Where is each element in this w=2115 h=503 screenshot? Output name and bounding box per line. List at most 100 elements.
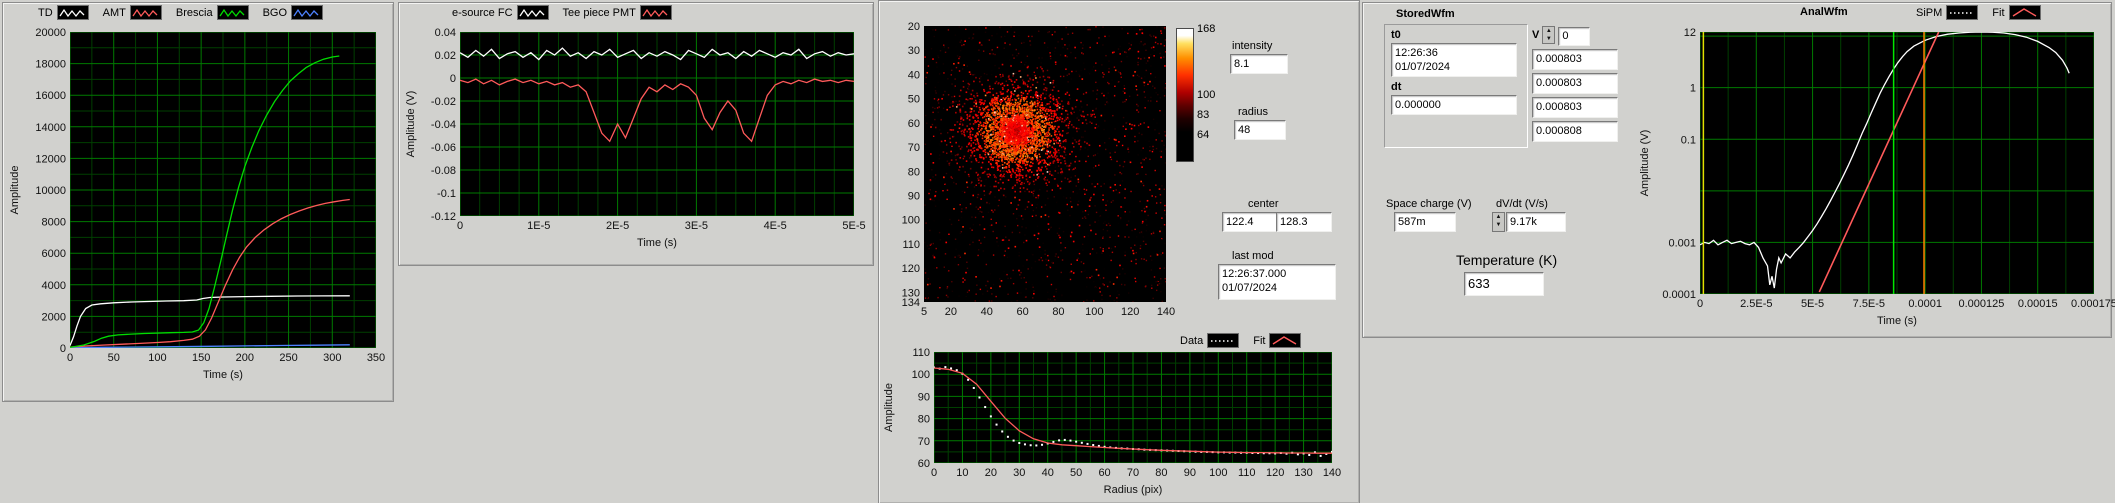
legend-item-amt[interactable]: AMT: [103, 5, 162, 20]
svg-text:10000: 10000: [35, 185, 66, 197]
svg-text:14000: 14000: [35, 122, 66, 134]
svg-text:30: 30: [908, 45, 920, 57]
svg-text:4E-5: 4E-5: [764, 220, 787, 232]
svg-text:80: 80: [1052, 306, 1064, 318]
legend-item-sipm[interactable]: SiPM: [1916, 5, 1979, 20]
legend-item-bgo[interactable]: BGO: [262, 5, 324, 20]
svg-text:18000: 18000: [35, 59, 66, 71]
svg-text:250: 250: [279, 352, 297, 364]
legend-item-brescia[interactable]: Brescia: [176, 5, 249, 20]
legend-item-esource-fc[interactable]: e-source FC: [452, 5, 549, 20]
legend-label-sipm: SiPM: [1916, 6, 1943, 19]
svg-text:350: 350: [367, 352, 385, 364]
intensity-label: intensity: [1232, 40, 1273, 52]
array-index-stepper[interactable]: ▲ ▼: [1542, 26, 1556, 44]
svg-text:110: 110: [902, 239, 920, 251]
svg-text:110: 110: [1238, 467, 1256, 479]
decrement-icon[interactable]: ▼: [1543, 35, 1554, 43]
svg-text:120: 120: [902, 263, 920, 275]
t0-date: 01/07/2024: [1395, 61, 1451, 73]
v-label: V: [1532, 29, 1540, 41]
svg-text:0.000175: 0.000175: [2071, 298, 2115, 310]
dt-label: dt: [1391, 81, 1402, 93]
svg-text:110: 110: [912, 347, 930, 359]
legend-label-esource-fc: e-source FC: [452, 6, 513, 19]
svg-text:12: 12: [1684, 27, 1696, 39]
svg-text:120: 120: [1266, 467, 1284, 479]
radial-graph[interactable]: 0 10 20 30 40 50 60 70 80 90 100 110 120 130 140 60 70 80…: [880, 330, 1358, 503]
legend-item-td[interactable]: TD: [38, 5, 89, 20]
intensity-colorbar[interactable]: [1176, 28, 1194, 162]
svg-text:40: 40: [981, 306, 993, 318]
dv-dt-stepper[interactable]: ▲ ▼: [1492, 212, 1505, 232]
svg-text:80: 80: [1155, 467, 1167, 479]
t0-value: 12:26:36 01/07/2024: [1391, 43, 1517, 77]
analwfm-title: AnalWfm: [1800, 6, 1848, 18]
svg-text:2000: 2000: [42, 311, 66, 323]
decrement-icon[interactable]: ▼: [1493, 221, 1504, 229]
waveform-icon: [129, 5, 162, 20]
increment-icon[interactable]: ▲: [1493, 213, 1504, 221]
svg-text:20000: 20000: [35, 27, 66, 39]
svg-text:-0.06: -0.06: [431, 142, 456, 154]
detector-graph-legend: TD AMT Brescia BGO: [38, 5, 324, 20]
svg-text:0: 0: [457, 220, 463, 232]
dt-value: 0.000000: [1391, 95, 1517, 115]
array-index-value[interactable]: 0: [1558, 27, 1591, 46]
svg-text:50: 50: [108, 352, 120, 364]
svg-text:134: 134: [902, 297, 920, 309]
ramp-icon: [2008, 5, 2041, 20]
svg-text:50: 50: [1070, 467, 1082, 479]
waveform-icon: [291, 5, 324, 20]
center-y-value: 128.3: [1276, 212, 1332, 232]
svg-text:150: 150: [192, 352, 210, 364]
v-value-1: 0.000803: [1532, 73, 1618, 94]
legend-item-tee-piece-pmt[interactable]: Tee piece PMT: [563, 5, 672, 20]
svg-text:Amplitude: Amplitude: [883, 383, 895, 432]
lastmod-time: 12:26:37.000: [1222, 268, 1287, 280]
svg-text:60: 60: [918, 458, 930, 470]
svg-text:140: 140: [1157, 306, 1175, 318]
svg-text:8000: 8000: [42, 217, 66, 229]
dv-dt-label: dV/dt (V/s): [1496, 198, 1548, 210]
fc-graph[interactable]: 0 1E-5 2E-5 3E-5 4E-5 5E-5 0.04 0.02 0 -0.02 -0.04…: [402, 24, 868, 260]
legend-label-td: TD: [38, 6, 53, 19]
svg-text:Time (s): Time (s): [203, 369, 243, 381]
detector-graph[interactable]: 0 50 100 150 200 250 300 350 0 2000 4000 6000 8000 10…: [6, 24, 388, 396]
svg-text:0.000125: 0.000125: [1958, 298, 2004, 310]
svg-text:30: 30: [1013, 467, 1025, 479]
svg-text:20: 20: [985, 467, 997, 479]
dv-dt-value[interactable]: 9.17k: [1506, 212, 1566, 232]
svg-text:12000: 12000: [35, 153, 66, 165]
space-charge-label: Space charge (V): [1386, 198, 1472, 210]
svg-text:5E-5: 5E-5: [842, 220, 865, 232]
svg-text:100: 100: [1209, 467, 1227, 479]
colorbar-tick-label: 83: [1197, 109, 1210, 121]
increment-icon[interactable]: ▲: [1543, 27, 1554, 35]
svg-text:70: 70: [1127, 467, 1139, 479]
svg-text:-0.02: -0.02: [431, 96, 456, 108]
svg-text:120: 120: [1121, 306, 1139, 318]
colorbar-tick-label: 100: [1197, 89, 1216, 101]
svg-text:0: 0: [60, 343, 66, 355]
svg-text:Radius (pix): Radius (pix): [1104, 484, 1163, 496]
svg-text:60: 60: [908, 118, 920, 130]
svg-text:60: 60: [1098, 467, 1110, 479]
svg-text:130: 130: [1294, 467, 1312, 479]
svg-text:-0.04: -0.04: [431, 119, 456, 131]
analwfm-graph[interactable]: 0 2.5E-5 5E-5 7.5E-5 0.0001 0.000125 0.00015 0.…: [1636, 22, 2115, 340]
legend-label-bgo: BGO: [262, 6, 288, 19]
svg-text:80: 80: [918, 414, 930, 426]
svg-text:100: 100: [148, 352, 166, 364]
lastmod-label: last mod: [1232, 250, 1274, 262]
legend-item-fit[interactable]: Fit: [1992, 5, 2041, 20]
legend-label-tee-piece-pmt: Tee piece PMT: [562, 6, 636, 19]
lastmod-value: 12:26:37.000 01/07/2024: [1218, 264, 1336, 300]
v-array: V ▲ ▼ 0 0.000803 0.000803 0.000803 0.0008…: [1532, 24, 1622, 142]
svg-text:20: 20: [908, 21, 920, 33]
waveform-icon: [516, 5, 549, 20]
svg-text:16000: 16000: [35, 90, 66, 102]
svg-text:90: 90: [918, 391, 930, 403]
svg-text:-0.1: -0.1: [437, 188, 456, 200]
svg-text:10: 10: [956, 467, 968, 479]
